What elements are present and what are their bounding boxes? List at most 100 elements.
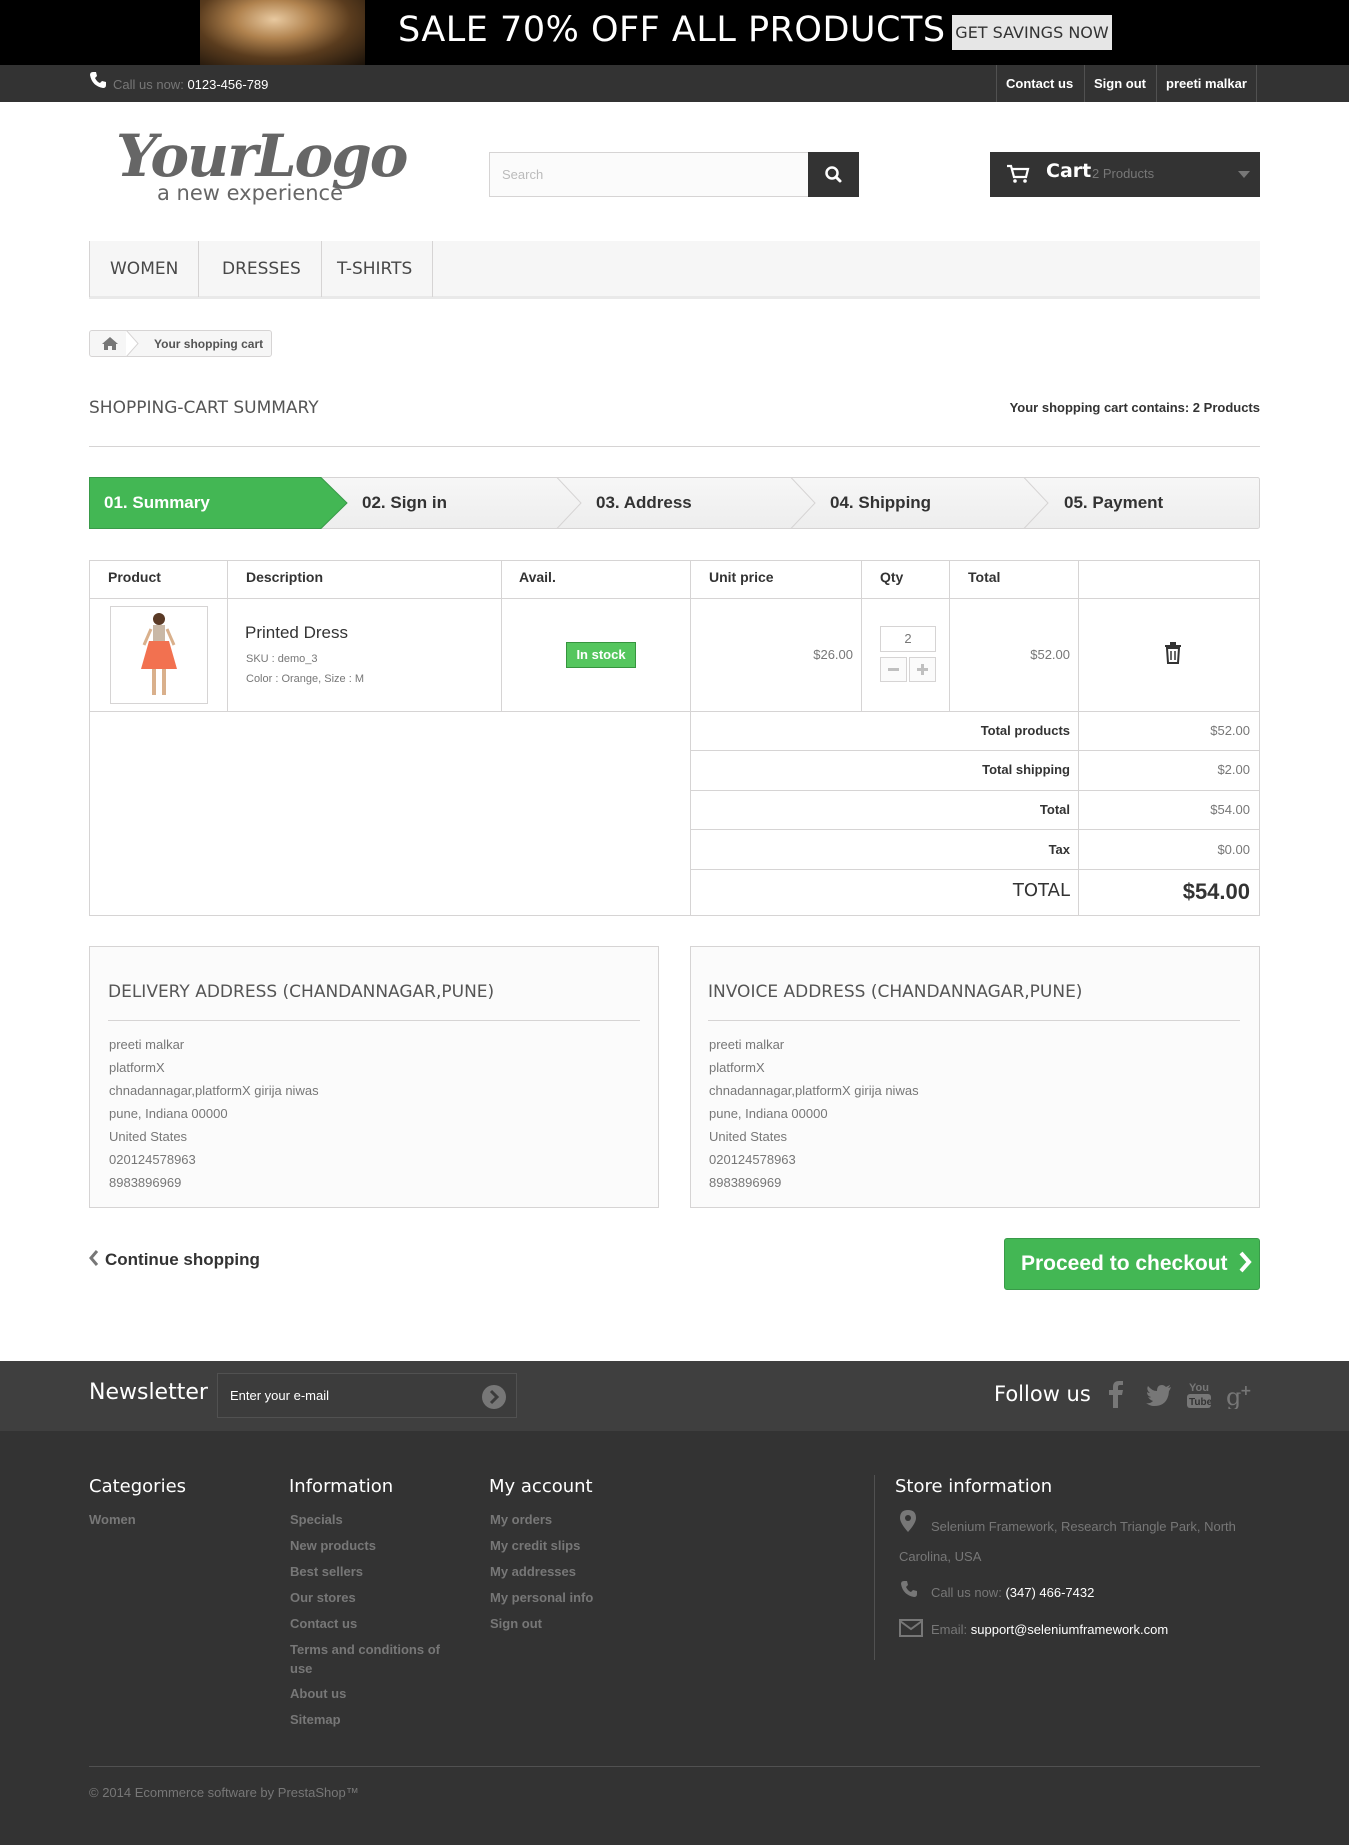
menu-dresses[interactable]: DRESSES bbox=[202, 241, 322, 297]
facebook-icon[interactable] bbox=[1108, 1380, 1124, 1408]
totals-divider bbox=[690, 829, 1260, 830]
footer-link-sitemap[interactable]: Sitemap bbox=[290, 1712, 341, 1727]
store-email-label: Email: bbox=[931, 1622, 968, 1637]
address-line: chnadannagar,platformX girija niwas bbox=[109, 1083, 319, 1098]
invoice-address-title: INVOICE ADDRESS (CHANDANNAGAR,PUNE) bbox=[708, 982, 1083, 1002]
footer-link-our-stores[interactable]: Our stores bbox=[290, 1590, 356, 1605]
banner-text: SALE 70% OFF ALL PRODUCTS bbox=[398, 10, 946, 50]
search-input[interactable] bbox=[489, 152, 859, 197]
line-total: $52.00 bbox=[1030, 647, 1070, 662]
footer-link-women[interactable]: Women bbox=[89, 1512, 136, 1527]
footer-link-specials[interactable]: Specials bbox=[290, 1512, 343, 1527]
google-plus-icon[interactable]: g + bbox=[1226, 1381, 1254, 1409]
col-divider bbox=[1078, 560, 1079, 916]
totals-divider bbox=[690, 869, 1260, 870]
chevron-left-icon bbox=[89, 1250, 99, 1266]
get-savings-button[interactable]: GET SAVINGS NOW bbox=[952, 15, 1112, 50]
step-address: 03. Address bbox=[596, 493, 692, 512]
cart-label: Cart bbox=[1046, 160, 1092, 182]
address-line: chnadannagar,platformX girija niwas bbox=[709, 1083, 919, 1098]
footer-link-best-sellers[interactable]: Best sellers bbox=[290, 1564, 363, 1579]
footer-link-my-orders[interactable]: My orders bbox=[490, 1512, 552, 1527]
step-summary: 01. Summary bbox=[104, 493, 210, 512]
youtube-icon[interactable]: You Tube bbox=[1187, 1379, 1211, 1409]
phone-number: 0123-456-789 bbox=[187, 77, 269, 92]
store-email-link[interactable]: support@seleniumframework.com bbox=[971, 1622, 1168, 1637]
address-line: 8983896969 bbox=[709, 1175, 782, 1190]
address-line: 020124578963 bbox=[109, 1152, 196, 1167]
chevron-down-icon bbox=[1238, 171, 1250, 178]
address-line: 8983896969 bbox=[109, 1175, 182, 1190]
table-header-divider bbox=[89, 598, 1260, 599]
footer-link-sign-out[interactable]: Sign out bbox=[490, 1616, 542, 1631]
store-phone: Call us now: (347) 466-7432 bbox=[931, 1585, 1094, 1600]
footer-link-personal-info[interactable]: My personal info bbox=[490, 1590, 593, 1605]
address-line: United States bbox=[109, 1129, 188, 1144]
search-placeholder: Search bbox=[502, 167, 544, 182]
th-qty: Qty bbox=[880, 569, 904, 585]
total-shipping-value: $2.00 bbox=[1217, 762, 1250, 777]
svg-text:You: You bbox=[1189, 1382, 1209, 1394]
continue-shopping-button[interactable]: Continue shopping bbox=[89, 1250, 260, 1270]
breadcrumb-current: Your shopping cart bbox=[154, 337, 264, 351]
th-total: Total bbox=[968, 569, 1001, 585]
footer-link-addresses[interactable]: My addresses bbox=[490, 1564, 576, 1579]
newsletter-placeholder: Enter your e-mail bbox=[230, 1388, 329, 1403]
newsletter-submit-icon[interactable] bbox=[481, 1384, 507, 1410]
step-shipping: 04. Shipping bbox=[830, 493, 932, 512]
banner-image bbox=[200, 0, 365, 65]
phone-icon bbox=[901, 1581, 917, 1597]
qty-increase-button[interactable] bbox=[909, 657, 936, 682]
proceed-to-checkout-button[interactable]: Proceed to checkout bbox=[1004, 1238, 1260, 1290]
footer bbox=[0, 1431, 1349, 1845]
delivery-address-lines: preeti malkar platformX chnadannagar,pla… bbox=[109, 1033, 319, 1194]
product-name[interactable]: Printed Dress bbox=[245, 623, 348, 643]
search-icon bbox=[825, 166, 842, 183]
address-line: pune, Indiana 00000 bbox=[709, 1106, 828, 1121]
map-marker-icon bbox=[900, 1510, 916, 1532]
th-description: Description bbox=[246, 569, 324, 585]
footer-link-credit-slips[interactable]: My credit slips bbox=[490, 1538, 580, 1553]
product-image[interactable] bbox=[110, 606, 208, 704]
menu-women[interactable]: WOMEN bbox=[89, 241, 200, 297]
product-attributes: Color : Orange, Size : M bbox=[246, 673, 364, 685]
unit-price: $26.00 bbox=[813, 647, 853, 662]
total-value: $54.00 bbox=[1210, 802, 1250, 817]
th-avail: Avail. bbox=[519, 569, 556, 585]
site-logo[interactable]: YourLogo a new experience bbox=[110, 122, 408, 212]
footer-link-about-us[interactable]: About us bbox=[290, 1686, 346, 1701]
sign-out-link[interactable]: Sign out bbox=[1084, 65, 1155, 102]
proceed-label: Proceed to checkout bbox=[1021, 1252, 1228, 1275]
home-icon[interactable] bbox=[102, 337, 118, 350]
cart-table bbox=[89, 560, 1260, 916]
address-line: preeti malkar bbox=[709, 1037, 785, 1052]
footer-divider bbox=[874, 1475, 875, 1660]
page-title: SHOPPING-CART SUMMARY bbox=[89, 398, 319, 418]
address-line: platformX bbox=[709, 1060, 765, 1075]
continue-shopping-label: Continue shopping bbox=[105, 1250, 260, 1269]
cart-count: 2 Products bbox=[1092, 166, 1155, 181]
footer-link-terms[interactable]: Terms and conditions of bbox=[290, 1642, 440, 1657]
breadcrumb-separator-icon bbox=[126, 330, 139, 357]
footer-link-contact-us[interactable]: Contact us bbox=[290, 1616, 357, 1631]
th-unit-price: Unit price bbox=[709, 569, 774, 585]
contact-us-link[interactable]: Contact us bbox=[996, 65, 1082, 102]
logo-main: YourLogo bbox=[116, 122, 408, 190]
store-address-line1: Selenium Framework, Research Triangle Pa… bbox=[931, 1519, 1236, 1534]
store-address-line2: Carolina, USA bbox=[899, 1549, 982, 1564]
footer-link-terms-cont[interactable]: use bbox=[290, 1661, 312, 1676]
store-phone-number: (347) 466-7432 bbox=[1005, 1585, 1095, 1600]
address-line: 020124578963 bbox=[709, 1152, 796, 1167]
qty-decrease-button[interactable] bbox=[880, 657, 907, 682]
footer-link-new-products[interactable]: New products bbox=[290, 1538, 376, 1553]
trash-icon[interactable] bbox=[1163, 642, 1183, 664]
menu-tshirts[interactable]: T-SHIRTS bbox=[317, 241, 434, 297]
col-divider bbox=[501, 560, 502, 711]
total-products-label: Total products bbox=[980, 723, 1070, 738]
account-link[interactable]: preeti malkar bbox=[1156, 65, 1257, 102]
tax-value: $0.00 bbox=[1217, 842, 1250, 857]
twitter-icon[interactable] bbox=[1146, 1384, 1172, 1406]
quantity-input[interactable]: 2 bbox=[880, 626, 936, 652]
grand-total-label: TOTAL bbox=[1012, 880, 1070, 901]
search-button[interactable] bbox=[808, 152, 859, 197]
